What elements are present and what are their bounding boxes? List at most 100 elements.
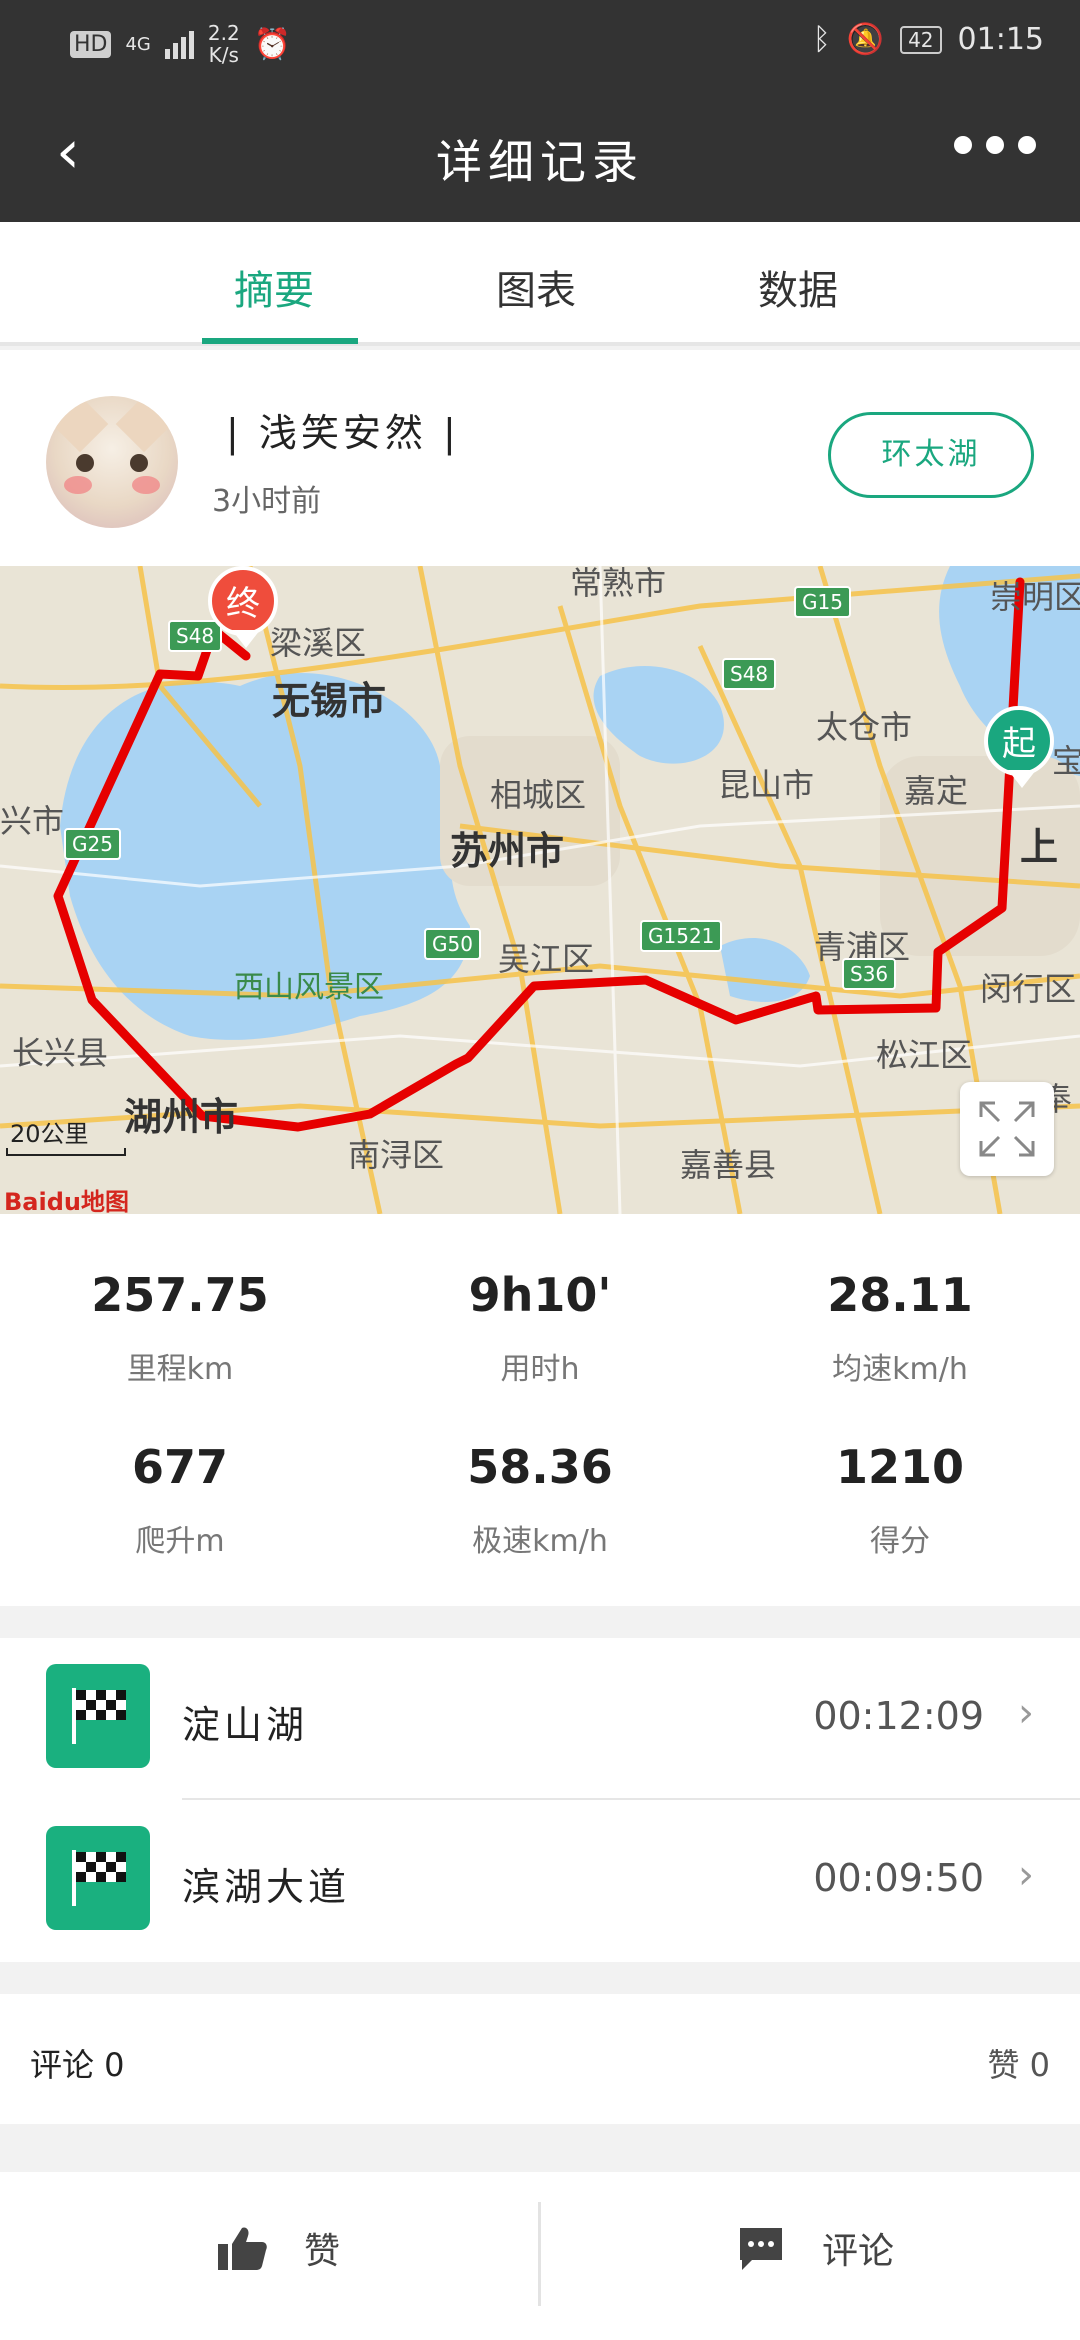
map-label: 常熟市 — [570, 566, 667, 602]
tab-data[interactable]: 数据 — [758, 258, 838, 316]
map-label: 嘉定 — [904, 772, 969, 810]
signal-icon — [164, 29, 194, 59]
rider-profile: | 浅笑安然 | 3小时前 环太湖 — [0, 350, 1080, 566]
road-badge: G50 — [424, 928, 481, 960]
stat-label: 得分 — [870, 1524, 930, 1559]
segment-name: 淀山湖 — [182, 1703, 309, 1747]
road-badge: S48 — [168, 620, 223, 652]
stat-value: 257.75 — [91, 1268, 269, 1322]
map-label: 兴市 — [0, 802, 65, 840]
alarm-icon: ⏰ — [253, 26, 292, 62]
segment-duration: 00:09:50 — [813, 1856, 984, 1900]
like-label: 赞 — [304, 2231, 341, 2272]
road-badge: G25 — [64, 828, 121, 860]
map-label: 太仓市 — [816, 708, 913, 746]
segment-list: 淀山湖 00:12:09 › 滨湖大道 00:09:50 › — [0, 1638, 1080, 1962]
road-badge: G15 — [794, 586, 851, 618]
map-label: 松江区 — [876, 1036, 973, 1074]
map-label: 西山风景区 — [234, 970, 384, 1005]
time-ago: 3小时前 — [212, 484, 322, 519]
map-label: 梁溪区 — [270, 624, 367, 662]
map-label: 嘉善县 — [680, 1146, 777, 1184]
comment-label: 评论 — [822, 2231, 895, 2272]
hd-icon: HD — [70, 30, 112, 58]
checkered-flag-icon — [46, 1826, 150, 1930]
tab-charts[interactable]: 图表 — [496, 258, 576, 316]
divider — [538, 2202, 541, 2306]
road-badge: S48 — [722, 658, 777, 690]
username[interactable]: | 浅笑安然 | — [226, 402, 460, 457]
segment-duration: 00:12:09 — [813, 1694, 984, 1738]
map-label: 无锡市 — [272, 679, 387, 723]
battery-icon: 42 — [900, 25, 942, 54]
stat-label: 极速km/h — [472, 1524, 608, 1559]
comment-count[interactable]: 评论 0 — [30, 2040, 125, 2086]
comment-icon — [740, 2228, 782, 2270]
map-label: 闵行区 — [980, 970, 1077, 1008]
chevron-right-icon: › — [1018, 1690, 1034, 1736]
thumbs-up-icon — [218, 2227, 267, 2270]
comments-summary: 评论 0 赞 0 — [0, 1994, 1080, 2124]
stat-distance: 257.75 里程km — [0, 1268, 360, 1388]
stat-label: 里程km — [126, 1352, 234, 1387]
start-marker[interactable]: 起 — [984, 706, 1054, 788]
status-bar: HD 4G 2.2 K/s ⏰ ᛒ 🔕 42 01:15 — [0, 0, 1080, 90]
map-label: 湖州市 — [124, 1095, 239, 1139]
net-speed-value: 2.2 — [207, 21, 240, 45]
segment-row[interactable]: 滨湖大道 00:09:50 › — [0, 1800, 1080, 1960]
map-label: 上 — [1020, 825, 1059, 869]
ride-stats: 257.75 里程km 9h10' 用时h 28.11 均速km/h 677 爬… — [0, 1214, 1080, 1606]
stat-value: 28.11 — [827, 1268, 973, 1322]
chevron-right-icon: › — [1018, 1852, 1034, 1898]
more-menu-icon[interactable] — [954, 136, 1036, 154]
bluetooth-icon: ᛒ — [812, 22, 831, 57]
net-speed-unit: K/s — [208, 43, 239, 67]
clock: 01:15 — [957, 22, 1044, 57]
road-badge: G1521 — [640, 920, 723, 952]
stat-value: 1210 — [835, 1440, 965, 1494]
map-label: 崇明区 — [990, 578, 1080, 616]
avatar[interactable] — [46, 396, 178, 528]
signal-label: 4G — [125, 33, 151, 55]
stat-value: 9h10' — [468, 1268, 612, 1322]
map-label: 昆山市 — [718, 766, 815, 804]
stat-max-speed: 58.36 极速km/h — [360, 1440, 720, 1560]
active-tab-indicator — [202, 338, 358, 344]
stat-label: 均速km/h — [832, 1352, 968, 1387]
tab-bar: 摘要 图表 数据 — [0, 222, 1080, 346]
page-title: 详细记录 — [436, 135, 644, 189]
route-map[interactable]: 常熟市 崇明区 梁溪区 无锡市 太仓市 兴市 相城区 昆山市 嘉定 宝 苏州市 … — [0, 566, 1080, 1214]
map-label: 南浔区 — [348, 1136, 445, 1174]
comment-button[interactable]: 评论 — [736, 2222, 894, 2274]
mute-icon: 🔕 — [846, 22, 885, 57]
stat-value: 58.36 — [467, 1440, 613, 1494]
stat-score: 1210 得分 — [720, 1440, 1080, 1560]
segment-name: 滨湖大道 — [182, 1865, 351, 1909]
map-label: 相城区 — [490, 776, 587, 814]
segment-row[interactable]: 淀山湖 00:12:09 › — [0, 1638, 1080, 1800]
tab-summary[interactable]: 摘要 — [234, 258, 314, 316]
checkered-flag-icon — [46, 1664, 150, 1768]
baidu-map-logo: Baidu地图 — [4, 1188, 129, 1214]
map-scale-bar — [6, 1148, 126, 1156]
map-label: 宝 — [1052, 742, 1080, 780]
bottom-action-bar: 赞 评论 — [0, 2172, 1080, 2340]
stat-avg-speed: 28.11 均速km/h — [720, 1268, 1080, 1388]
stat-label: 爬升m — [135, 1524, 225, 1559]
fullscreen-button[interactable] — [960, 1082, 1054, 1176]
route-tag-button[interactable]: 环太湖 — [828, 412, 1034, 498]
stat-climb: 677 爬升m — [0, 1440, 360, 1560]
map-label: 苏州市 — [450, 829, 565, 873]
top-bar: HD 4G 2.2 K/s ⏰ ᛒ 🔕 42 01:15 ‹ 详细记录 — [0, 0, 1080, 222]
map-label: 吴江区 — [498, 940, 595, 978]
like-count[interactable]: 赞 0 — [987, 2040, 1050, 2086]
map-label: 长兴县 — [12, 1034, 109, 1072]
app-header: ‹ 详细记录 — [0, 90, 1080, 222]
net-speed: 2.2 K/s — [208, 22, 240, 66]
end-marker[interactable]: 终 — [208, 566, 278, 648]
expand-icon — [979, 1101, 1035, 1157]
stat-value: 677 — [131, 1440, 229, 1494]
map-scale: 20公里 — [10, 1120, 89, 1148]
road-badge: S36 — [842, 958, 897, 990]
like-button[interactable]: 赞 — [216, 2222, 340, 2274]
